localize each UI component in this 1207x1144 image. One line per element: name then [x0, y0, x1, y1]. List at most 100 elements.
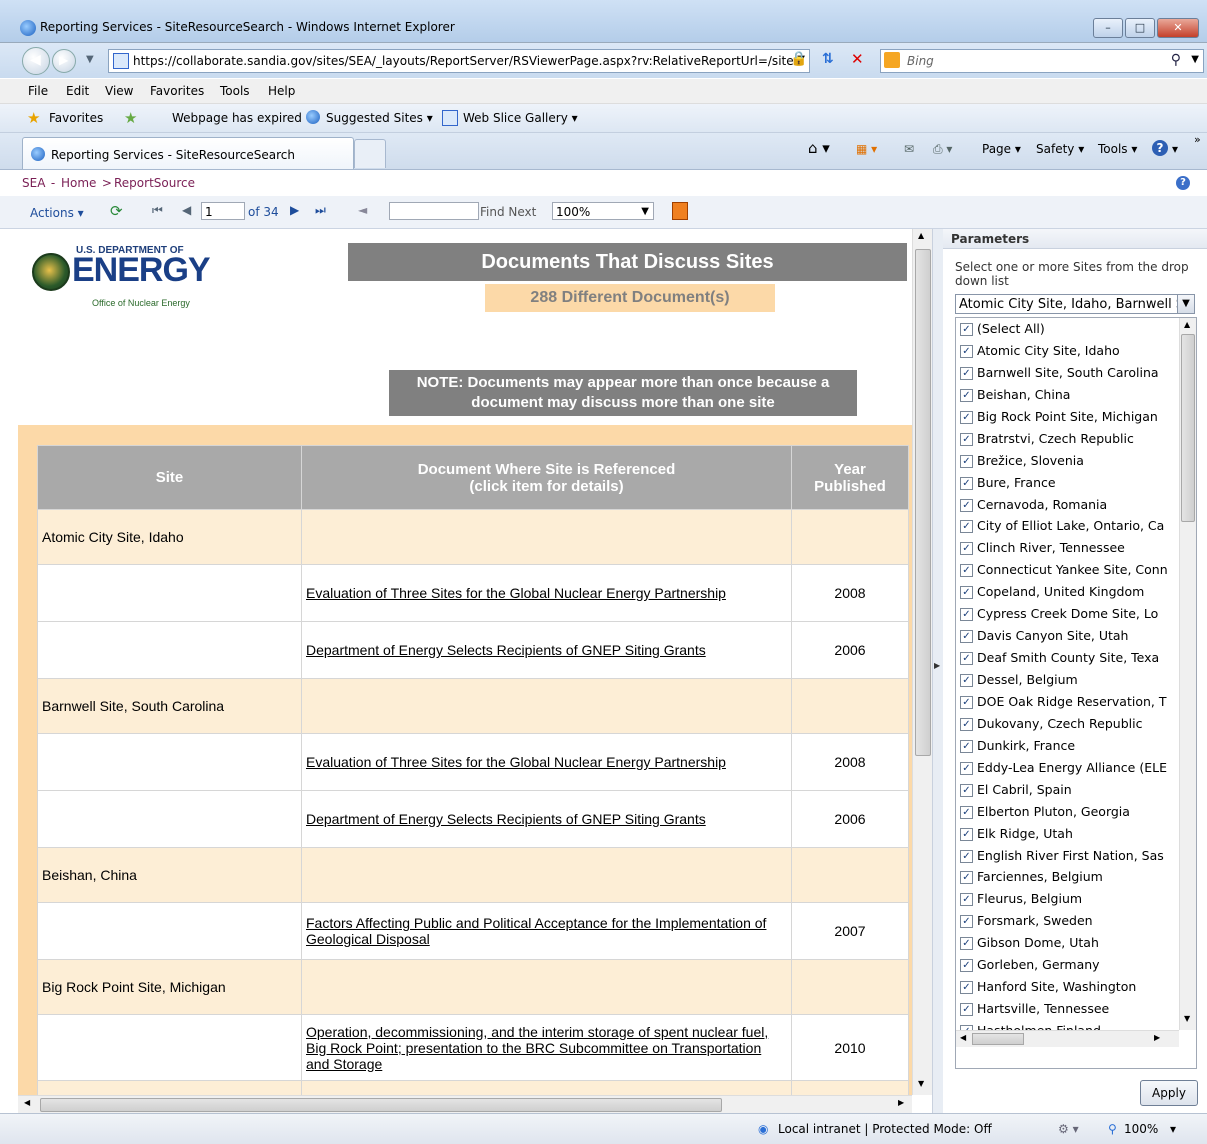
- list-vertical-scrollbar[interactable]: ▲ ▼: [1179, 318, 1196, 1030]
- minimize-button[interactable]: –: [1093, 18, 1123, 38]
- maximize-button[interactable]: □: [1125, 18, 1155, 38]
- checkbox-item[interactable]: ✓ Cernavoda, Romania: [956, 494, 1179, 516]
- scroll-up-icon[interactable]: ▲: [918, 231, 924, 240]
- checkbox-item[interactable]: ✓ Deaf Smith County Site, Texa: [956, 647, 1179, 669]
- first-page-icon[interactable]: ⏮: [152, 203, 163, 218]
- document-link[interactable]: Department of Energy Selects Recipients …: [306, 811, 706, 827]
- close-button[interactable]: ✕: [1157, 18, 1199, 38]
- list-scroll-right-icon[interactable]: ▶: [1154, 1033, 1160, 1042]
- scroll-left-icon[interactable]: ◀: [24, 1098, 30, 1107]
- checkbox-item[interactable]: ✓ Eddy-Lea Energy Alliance (ELE: [956, 757, 1179, 779]
- document-link[interactable]: Operation, decommissioning, and the inte…: [306, 1024, 768, 1072]
- breadcrumb-report-source[interactable]: ReportSource: [114, 176, 195, 190]
- menu-view[interactable]: View: [105, 84, 133, 98]
- checkbox-item[interactable]: ✓ English River First Nation, Sas: [956, 845, 1179, 867]
- list-scroll-up-icon[interactable]: ▲: [1184, 320, 1190, 329]
- checkbox-item[interactable]: ✓ Bure, France: [956, 472, 1179, 494]
- menu-help[interactable]: Help: [268, 84, 295, 98]
- checkbox-item[interactable]: ✓ Gorleben, Germany: [956, 954, 1179, 976]
- list-scroll-down-icon[interactable]: ▼: [1184, 1014, 1190, 1023]
- add-favorite-icon[interactable]: ★: [124, 109, 137, 127]
- history-dropdown-icon[interactable]: ▼: [86, 54, 94, 65]
- checkbox-item[interactable]: ✓ Davis Canyon Site, Utah: [956, 625, 1179, 647]
- search-box[interactable]: Bing ⚲ ▼: [880, 49, 1204, 73]
- export-icon[interactable]: [672, 202, 688, 220]
- list-horizontal-scrollbar[interactable]: ◀ ▶: [956, 1030, 1179, 1047]
- help-icon[interactable]: ?: [1176, 176, 1190, 190]
- actions-menu[interactable]: Actions ▾: [30, 206, 84, 220]
- checkbox-item[interactable]: ✓ (Select All): [956, 318, 1179, 340]
- list-horizontal-thumb[interactable]: [972, 1033, 1024, 1045]
- feeds-icon[interactable]: ▦ ▾: [856, 142, 877, 156]
- next-page-icon[interactable]: ▶: [290, 203, 299, 217]
- checkbox-item[interactable]: ✓ Big Rock Point Site, Michigan: [956, 406, 1179, 428]
- scroll-thumb[interactable]: [915, 249, 931, 756]
- help-dropdown-icon[interactable]: ▾: [1172, 142, 1178, 156]
- last-page-icon[interactable]: ⏭: [315, 203, 326, 218]
- refresh-report-icon[interactable]: ⟳: [110, 202, 123, 220]
- document-link[interactable]: Department of Energy Selects Recipients …: [306, 642, 706, 658]
- checkbox-item[interactable]: ✓ Dessel, Belgium: [956, 669, 1179, 691]
- new-tab-button[interactable]: [354, 139, 386, 168]
- checkbox-item[interactable]: ✓ Dukovany, Czech Republic: [956, 713, 1179, 735]
- document-link[interactable]: Factors Affecting Public and Political A…: [306, 915, 766, 947]
- checkbox-item[interactable]: ✓ City of Elliot Lake, Ontario, Ca: [956, 515, 1179, 537]
- checkbox-item[interactable]: ✓ Dunkirk, France: [956, 735, 1179, 757]
- breadcrumb-home[interactable]: Home: [61, 176, 96, 190]
- previous-page-icon[interactable]: ◀: [182, 203, 191, 217]
- safety-menu[interactable]: Safety ▾: [1036, 142, 1084, 156]
- print-icon[interactable]: ⎙ ▾: [933, 142, 952, 157]
- home-icon[interactable]: ⌂ ▾: [808, 139, 830, 157]
- checkbox-item[interactable]: ✓ Fleurus, Belgium: [956, 888, 1179, 910]
- checkbox-item[interactable]: ✓ Bratrstvi, Czech Republic: [956, 428, 1179, 450]
- report-horizontal-scrollbar[interactable]: ◀ ▶: [18, 1095, 912, 1114]
- tools-menu[interactable]: Tools ▾: [1098, 142, 1137, 156]
- checkbox-item[interactable]: ✓ Copeland, United Kingdom: [956, 581, 1179, 603]
- list-scroll-thumb[interactable]: [1181, 334, 1195, 522]
- suggested-sites-link[interactable]: Suggested Sites ▾: [326, 111, 433, 125]
- scroll-down-icon[interactable]: ▼: [918, 1079, 924, 1088]
- address-bar[interactable]: https://collaborate.sandia.gov/sites/SEA…: [108, 49, 810, 73]
- document-link[interactable]: Evaluation of Three Sites for the Global…: [306, 754, 726, 770]
- status-zoom[interactable]: 100%: [1124, 1122, 1158, 1136]
- refresh-icon[interactable]: ⇅: [822, 51, 834, 67]
- checkbox-item[interactable]: ✓ Hartsville, Tennessee: [956, 998, 1179, 1020]
- apply-button[interactable]: Apply: [1140, 1080, 1198, 1106]
- find-text-input[interactable]: [389, 202, 479, 220]
- sites-dropdown[interactable]: Atomic City Site, Idaho, Barnwell S ▼: [955, 294, 1195, 314]
- zoom-dropdown-icon[interactable]: ▾: [1170, 1122, 1176, 1136]
- page-menu[interactable]: Page ▾: [982, 142, 1021, 156]
- menu-edit[interactable]: Edit: [66, 84, 89, 98]
- checkbox-item[interactable]: ✓ El Cabril, Spain: [956, 779, 1179, 801]
- back-button[interactable]: ◀: [22, 47, 50, 75]
- menu-favorites[interactable]: Favorites: [150, 84, 204, 98]
- web-slice-link[interactable]: Web Slice Gallery ▾: [463, 111, 578, 125]
- chevron-more-icon[interactable]: »: [1194, 133, 1201, 146]
- find-next-link[interactable]: Find Next: [480, 205, 536, 219]
- checkbox-item[interactable]: ✓ Cypress Creek Dome Site, Lo: [956, 603, 1179, 625]
- favorites-button[interactable]: Favorites: [49, 111, 103, 125]
- checkbox-item[interactable]: ✓ Hanford Site, Washington: [956, 976, 1179, 998]
- forward-button[interactable]: ▶: [52, 49, 76, 73]
- search-dropdown-icon[interactable]: ▼: [1191, 54, 1199, 65]
- checkbox-item[interactable]: ✓ Elberton Pluton, Georgia: [956, 801, 1179, 823]
- back-to-parent-icon[interactable]: ◄: [358, 203, 367, 217]
- expired-link[interactable]: Webpage has expired: [172, 111, 302, 125]
- page-number-input[interactable]: 1: [201, 202, 245, 220]
- checkbox-item[interactable]: ✓ Brežice, Slovenia: [956, 450, 1179, 472]
- zoom-select[interactable]: 100% ▼: [552, 202, 654, 220]
- stop-icon[interactable]: ✕: [851, 50, 864, 68]
- checkbox-item[interactable]: ✓ Atomic City Site, Idaho: [956, 340, 1179, 362]
- checkbox-item[interactable]: ✓ Connecticut Yankee Site, Conn: [956, 559, 1179, 581]
- checkbox-item[interactable]: ✓ Farciennes, Belgium: [956, 866, 1179, 888]
- menu-tools[interactable]: Tools: [220, 84, 250, 98]
- document-link[interactable]: Evaluation of Three Sites for the Global…: [306, 585, 726, 601]
- scroll-right-icon[interactable]: ▶: [898, 1098, 904, 1107]
- lock-icon[interactable]: 🔒: [790, 51, 807, 67]
- checkbox-item[interactable]: ✓ Barnwell Site, South Carolina: [956, 362, 1179, 384]
- horizontal-scroll-thumb[interactable]: [40, 1098, 722, 1112]
- menu-file[interactable]: File: [28, 84, 48, 98]
- tab-reporting-services[interactable]: Reporting Services - SiteResourceSearch: [22, 137, 354, 169]
- checkbox-item[interactable]: ✓ Clinch River, Tennessee: [956, 537, 1179, 559]
- checkbox-item[interactable]: ✓ Forsmark, Sweden: [956, 910, 1179, 932]
